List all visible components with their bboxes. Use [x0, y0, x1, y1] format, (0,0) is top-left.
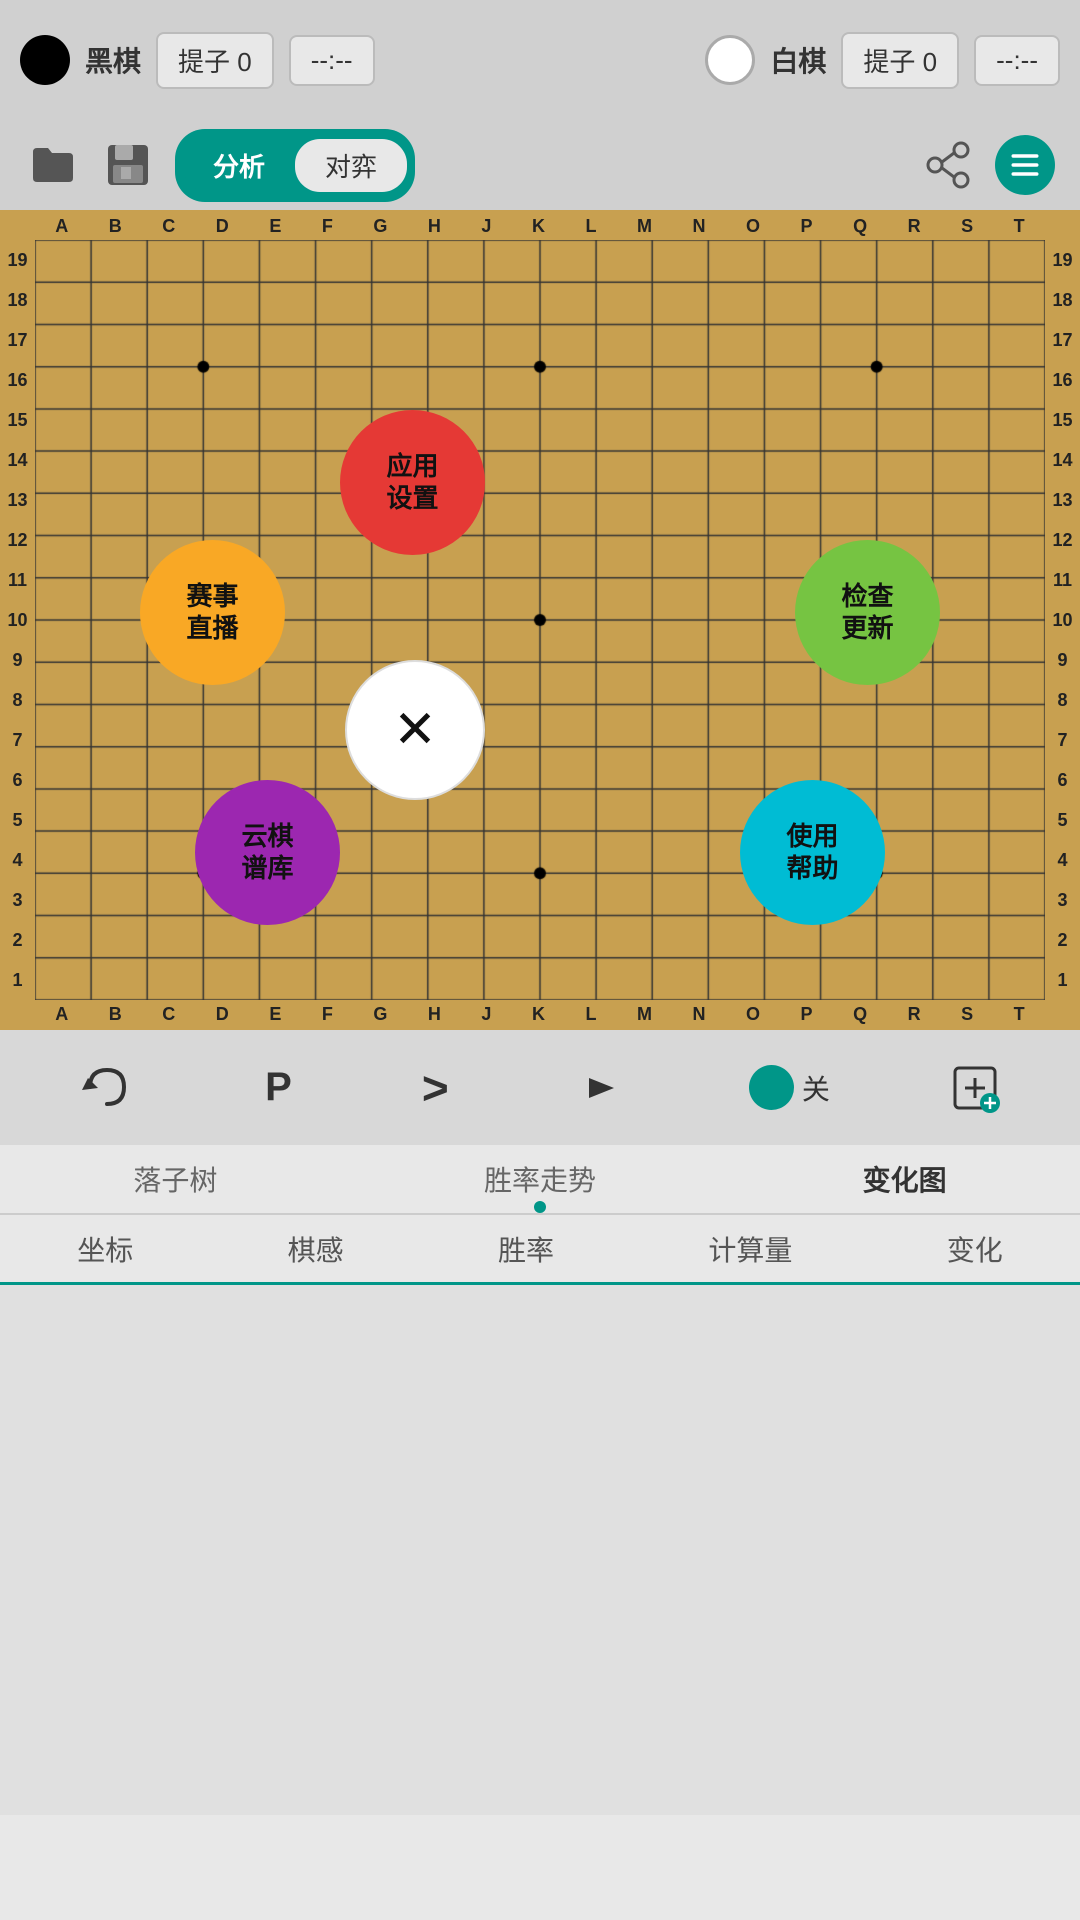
subtab-winrate[interactable]: 胜率: [483, 1219, 569, 1279]
white-capture-label: 提子: [863, 47, 915, 77]
white-stone-icon: [705, 35, 755, 85]
col-label-s: S: [961, 216, 973, 237]
menu-lines-icon: [1007, 147, 1043, 183]
cloud-library-label: 云棋: [241, 821, 293, 852]
add-game-button[interactable]: [940, 1053, 1010, 1123]
col-label-j: J: [481, 216, 491, 237]
settings-button[interactable]: 应用 设置: [340, 410, 485, 555]
folder-icon: [28, 140, 78, 190]
white-label: 白棋: [770, 40, 826, 80]
share-icon: [923, 140, 973, 190]
col-label-o: O: [746, 216, 760, 237]
check-update-label2: 更新: [841, 613, 893, 644]
help-button[interactable]: 使用 帮助: [740, 780, 885, 925]
col-label-e: E: [269, 216, 281, 237]
col-label-n: N: [692, 216, 705, 237]
cloud-library-label2: 谱库: [241, 853, 293, 884]
white-time: --:--: [974, 35, 1060, 86]
black-capture-box: 提子 0: [156, 32, 274, 89]
white-capture-count: 0: [923, 47, 937, 77]
go-board[interactable]: A B C D E F G H J K L M N O P Q R S T A …: [0, 210, 1080, 1030]
toolbar: 分析 对弈: [0, 120, 1080, 210]
subtab-coordinates[interactable]: 坐标: [62, 1219, 148, 1279]
help-label2: 帮助: [786, 853, 838, 884]
cloud-library-button[interactable]: 云棋 谱库: [195, 780, 340, 925]
col-label-f: F: [322, 216, 333, 237]
black-label: 黑棋: [85, 40, 141, 80]
close-icon: ✕: [393, 699, 437, 761]
pass-button[interactable]: P: [255, 1055, 302, 1120]
battle-mode-button[interactable]: 对弈: [295, 139, 407, 192]
settings-label: 应用: [386, 451, 438, 482]
bottom-toolbar: P > 关: [0, 1030, 1080, 1145]
forward-button[interactable]: >: [412, 1051, 459, 1125]
black-capture-label: 提子: [178, 47, 230, 77]
share-button[interactable]: [920, 138, 975, 193]
undo-icon: [80, 1060, 135, 1115]
main-menu-button[interactable]: [995, 135, 1055, 195]
close-menu-button[interactable]: ✕: [345, 660, 485, 800]
analyze-toggle[interactable]: [569, 1053, 639, 1123]
col-label-a: A: [55, 216, 68, 237]
col-label-p: P: [801, 216, 813, 237]
col-label-m: M: [637, 216, 652, 237]
undo-button[interactable]: [70, 1050, 145, 1125]
broadcast-label2: 直播: [186, 613, 238, 644]
save-icon: [103, 140, 153, 190]
col-label-q: Q: [853, 216, 867, 237]
col-label-d: D: [216, 216, 229, 237]
header: 黑棋 提子 0 --:-- 白棋 提子 0 --:--: [0, 0, 1080, 120]
help-label: 使用: [786, 821, 838, 852]
subtabs-row: 坐标 棋感 胜率 计算量 变化: [0, 1215, 1080, 1285]
add-game-icon: [950, 1063, 1000, 1113]
next-icon: [579, 1063, 629, 1113]
content-area: [0, 1285, 1080, 1815]
white-capture-box: 提子 0: [841, 32, 959, 89]
tab-win-trend[interactable]: 胜率走势: [464, 1149, 616, 1209]
save-button[interactable]: [100, 138, 155, 193]
broadcast-button[interactable]: 赛事 直播: [140, 540, 285, 685]
check-update-label: 检查: [841, 581, 893, 612]
tab-variation[interactable]: 变化图: [843, 1149, 967, 1209]
subtab-compute[interactable]: 计算量: [693, 1219, 807, 1279]
tab-active-indicator: [534, 1201, 546, 1213]
black-stone-icon: [20, 35, 70, 85]
mode-toggle[interactable]: 分析 对弈: [175, 129, 415, 202]
analyze-mode-button[interactable]: 分析: [183, 139, 295, 192]
tabs-row: 落子树 胜率走势 变化图: [0, 1145, 1080, 1215]
subtab-variation[interactable]: 变化: [932, 1219, 1018, 1279]
ai-toggle[interactable]: 关: [749, 1065, 830, 1110]
black-capture-count: 0: [237, 47, 251, 77]
col-label-l: L: [585, 216, 596, 237]
tab-move-tree[interactable]: 落子树: [113, 1149, 237, 1209]
check-update-button[interactable]: 检查 更新: [795, 540, 940, 685]
col-label-g: G: [373, 216, 387, 237]
col-label-b: B: [109, 216, 122, 237]
settings-label2: 设置: [386, 483, 438, 514]
toggle-indicator: [749, 1065, 794, 1110]
subtab-feel[interactable]: 棋感: [273, 1219, 359, 1279]
col-label-r: R: [908, 216, 921, 237]
col-label-h: H: [428, 216, 441, 237]
folder-button[interactable]: [25, 138, 80, 193]
col-label-k: K: [532, 216, 545, 237]
col-label-t: T: [1014, 216, 1025, 237]
pass-label: P: [265, 1065, 292, 1110]
forward-label: >: [422, 1061, 449, 1115]
broadcast-label: 赛事: [186, 581, 238, 612]
toggle-label: 关: [802, 1068, 830, 1108]
col-label-c: C: [162, 216, 175, 237]
black-time: --:--: [289, 35, 375, 86]
